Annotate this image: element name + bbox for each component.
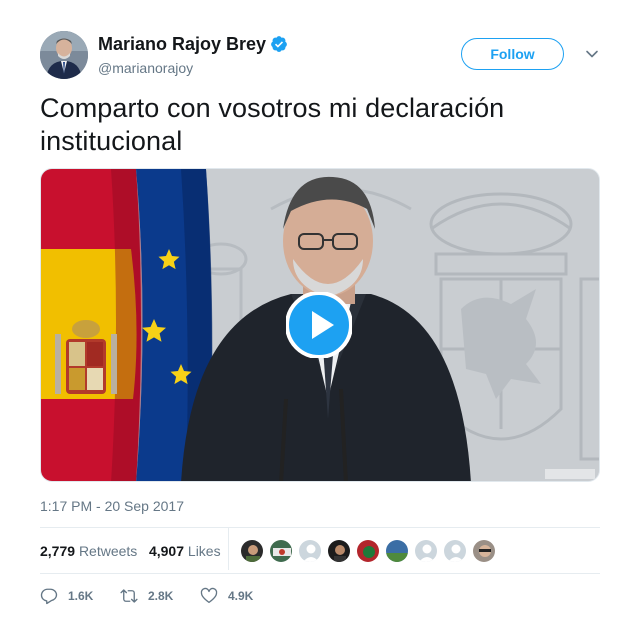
liker-avatar[interactable] xyxy=(472,539,496,563)
retweets-stat[interactable]: 2,779 Retweets xyxy=(40,543,137,559)
divider xyxy=(40,573,600,574)
author-handle[interactable]: @marianorajoy xyxy=(98,59,193,77)
liker-avatar[interactable] xyxy=(414,539,438,563)
stats-separator xyxy=(228,528,229,570)
reply-icon xyxy=(40,588,58,605)
like-count: 4.9K xyxy=(228,589,254,603)
liker-avatar[interactable] xyxy=(298,539,322,563)
like-button[interactable]: 4.9K xyxy=(200,586,253,606)
verified-badge-icon xyxy=(271,36,287,52)
retweets-count: 2,779 xyxy=(40,543,76,559)
play-icon[interactable] xyxy=(286,292,352,358)
liker-avatar[interactable] xyxy=(240,539,264,563)
reply-count: 1.6K xyxy=(68,589,94,603)
follow-button[interactable]: Follow xyxy=(461,38,564,70)
retweet-count: 2.8K xyxy=(148,589,174,603)
liker-avatar[interactable] xyxy=(385,539,409,563)
tweet-text: Comparto con vosotros mi declaración ins… xyxy=(40,93,505,156)
retweet-icon xyxy=(120,589,138,603)
author-name-row[interactable]: Mariano Rajoy Brey xyxy=(98,33,288,55)
divider xyxy=(40,527,600,528)
heart-icon xyxy=(200,587,218,604)
reply-button[interactable]: 1.6K xyxy=(40,586,93,606)
retweets-label: Retweets xyxy=(78,543,138,559)
liker-avatar[interactable] xyxy=(356,539,380,563)
chevron-down-icon[interactable] xyxy=(584,46,600,62)
author-name[interactable]: Mariano Rajoy Brey xyxy=(98,34,266,54)
liker-avatar[interactable] xyxy=(443,539,467,563)
likes-stat[interactable]: 4,907 Likes xyxy=(149,543,221,559)
retweet-button[interactable]: 2.8K xyxy=(120,586,173,606)
likes-label: Likes xyxy=(187,543,221,559)
likes-count: 4,907 xyxy=(148,543,185,559)
engagement-stats: 2,779 Retweets 4,907 Likes xyxy=(40,541,221,561)
liker-avatar[interactable] xyxy=(327,539,351,563)
tweet-timestamp[interactable]: 1:17 PM - 20 Sep 2017 xyxy=(40,497,184,515)
liker-avatar[interactable] xyxy=(269,539,293,563)
author-avatar[interactable] xyxy=(40,31,88,79)
